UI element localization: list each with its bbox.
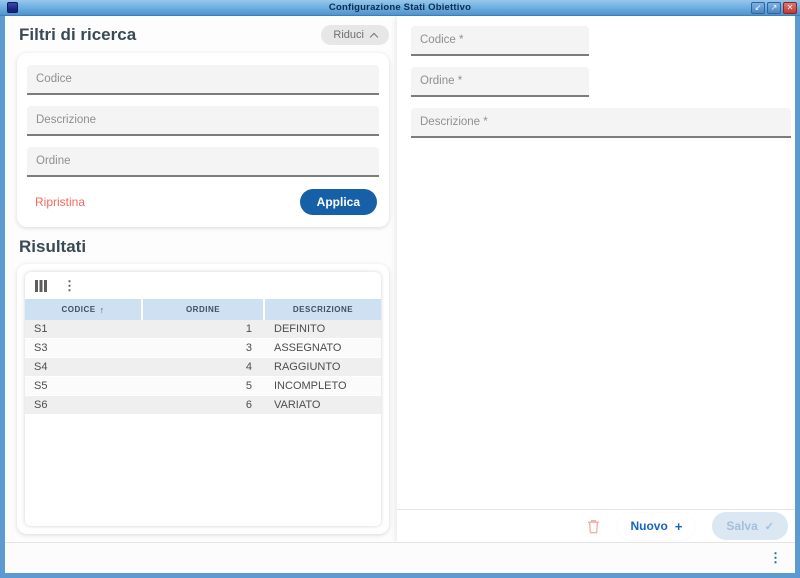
cell-descrizione: DEFINITO (265, 320, 381, 338)
maximize-button[interactable]: ↗ (767, 2, 781, 14)
column-header-codice[interactable]: CODICE ↑ (25, 299, 143, 320)
filters-heading: Filtri di ricerca (19, 25, 136, 45)
footer-menu-button[interactable]: ⋮ (769, 550, 782, 566)
cell-ordine: 6 (143, 396, 265, 414)
filter-descrizione-input[interactable] (27, 106, 379, 136)
cell-codice: S6 (25, 396, 143, 414)
chevron-up-icon (370, 32, 378, 40)
results-table: ⋮ CODICE ↑ ORDINE DESCRIZIONE (25, 272, 381, 526)
results-card: ⋮ CODICE ↑ ORDINE DESCRIZIONE (17, 264, 389, 534)
filter-actions: Ripristina Applica (27, 189, 377, 215)
table-row[interactable]: S66VARIATO (25, 396, 381, 415)
cell-ordine: 1 (143, 320, 265, 338)
columns-button[interactable] (35, 280, 47, 292)
titlebar: Configurazione Stati Obiettivo ↙ ↗ ✕ (0, 0, 800, 16)
filters-card: Ripristina Applica (17, 53, 389, 227)
columns-icon (35, 280, 47, 292)
cell-descrizione: RAGGIUNTO (265, 358, 381, 376)
cell-codice: S1 (25, 320, 143, 338)
window-title: Configurazione Stati Obiettivo (0, 2, 800, 13)
detail-spacer (397, 149, 795, 509)
reset-filters-button[interactable]: Ripristina (35, 195, 85, 209)
cell-descrizione: ASSEGNATO (265, 339, 381, 357)
new-button[interactable]: Nuovo + (617, 513, 695, 540)
search-pane: Filtri di ricerca Riduci Ripristina Appl… (5, 16, 397, 542)
table-toolbar: ⋮ (25, 272, 381, 299)
cell-ordine: 5 (143, 377, 265, 395)
plus-icon: + (675, 519, 683, 534)
detail-actions: Nuovo + Salva ✓ (397, 509, 795, 542)
collapse-filters-button[interactable]: Riduci (321, 25, 389, 45)
cell-descrizione: VARIATO (265, 396, 381, 414)
trash-icon (587, 519, 600, 534)
detail-form (397, 26, 795, 149)
results-heading: Risultati (19, 237, 395, 257)
table-header-row: CODICE ↑ ORDINE DESCRIZIONE (25, 299, 381, 320)
filters-header: Filtri di ricerca Riduci (19, 25, 389, 45)
cell-codice: S3 (25, 339, 143, 357)
sort-asc-icon: ↑ (100, 305, 105, 315)
detail-ordine-input[interactable] (411, 67, 589, 97)
app-window: Configurazione Stati Obiettivo ↙ ↗ ✕ Fil… (0, 0, 800, 578)
minimize-button[interactable]: ↙ (751, 2, 765, 14)
detail-pane: Nuovo + Salva ✓ (397, 16, 795, 542)
save-button[interactable]: Salva ✓ (712, 512, 788, 540)
column-header-descrizione[interactable]: DESCRIZIONE (265, 299, 381, 320)
save-label: Salva (726, 519, 757, 533)
cell-ordine: 4 (143, 358, 265, 376)
table-row[interactable]: S55INCOMPLETO (25, 377, 381, 396)
footer-bar: ⋮ (5, 542, 795, 573)
cell-ordine: 3 (143, 339, 265, 357)
cell-codice: S5 (25, 377, 143, 395)
table-row[interactable]: S11DEFINITO (25, 320, 381, 339)
detail-descrizione-input[interactable] (411, 108, 791, 138)
main-content: Filtri di ricerca Riduci Ripristina Appl… (5, 16, 795, 542)
table-row[interactable]: S33ASSEGNATO (25, 339, 381, 358)
table-body: S11DEFINITOS33ASSEGNATOS44RAGGIUNTOS55IN… (25, 320, 381, 526)
close-button[interactable]: ✕ (783, 2, 797, 14)
check-icon: ✓ (765, 520, 774, 533)
filter-ordine-input[interactable] (27, 147, 379, 177)
filter-codice-input[interactable] (27, 65, 379, 95)
column-header-ordine[interactable]: ORDINE (143, 299, 265, 320)
delete-button[interactable] (587, 519, 600, 534)
collapse-label: Riduci (333, 29, 364, 41)
table-row[interactable]: S44RAGGIUNTO (25, 358, 381, 377)
new-label: Nuovo (630, 519, 667, 533)
table-menu-button[interactable]: ⋮ (63, 280, 76, 292)
cell-codice: S4 (25, 358, 143, 376)
detail-codice-input[interactable] (411, 26, 589, 56)
window-controls: ↙ ↗ ✕ (751, 2, 797, 14)
apply-filters-button[interactable]: Applica (300, 189, 377, 215)
cell-descrizione: INCOMPLETO (265, 377, 381, 395)
